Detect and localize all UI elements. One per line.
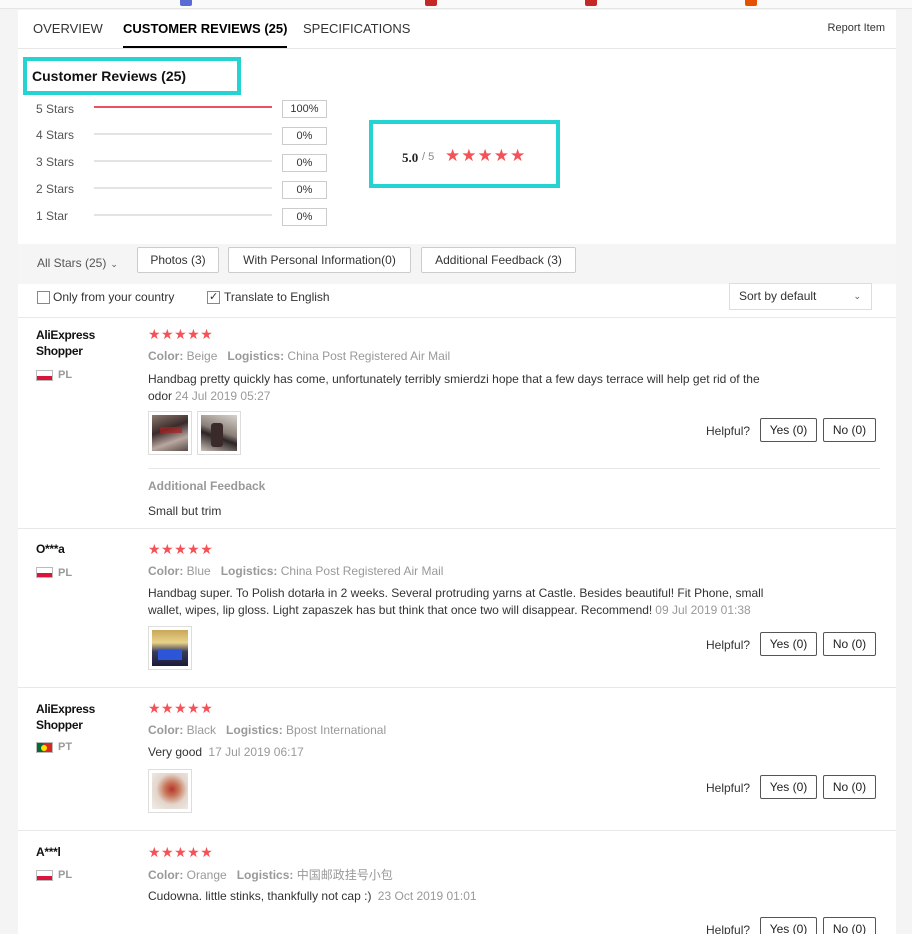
filter-additional-feedback-button[interactable]: Additional Feedback (3) <box>421 247 576 273</box>
reviewer-name: O***a <box>36 542 65 556</box>
review-meta: Color: Blue Logistics: China Post Regist… <box>148 564 444 578</box>
distribution-bar-fill <box>94 106 272 108</box>
all-stars-dropdown[interactable]: All Stars (25) ⌄ <box>37 256 118 270</box>
only-country-label: Only from your country <box>53 290 175 304</box>
bookmark-favicon[interactable] <box>180 0 192 6</box>
distribution-bar <box>94 214 272 216</box>
helpful-no-button[interactable]: No (0) <box>823 632 876 656</box>
review-stars: ★★★★★ <box>148 844 214 860</box>
all-stars-label: All Stars (25) <box>37 256 107 270</box>
chevron-down-icon: ⌄ <box>853 291 861 301</box>
translate-label: Translate to English <box>224 290 330 304</box>
distribution-percent: 100% <box>282 100 327 118</box>
review-photo-thumbnail[interactable] <box>197 411 241 455</box>
poland-flag-icon <box>36 870 53 881</box>
distribution-bar <box>94 187 272 189</box>
tab-specifications[interactable]: SPECIFICATIONS <box>303 21 410 36</box>
divider <box>18 528 896 529</box>
helpful-no-button[interactable]: No (0) <box>823 418 876 442</box>
reviewer-country: PL <box>58 369 73 381</box>
helpful-yes-button[interactable]: Yes (0) <box>760 917 817 934</box>
tab-overview[interactable]: OVERVIEW <box>33 21 103 36</box>
distribution-label: 2 Stars <box>36 182 75 196</box>
sort-select-value: Sort by default <box>739 289 817 303</box>
review-date: 24 Jul 2019 05:27 <box>175 389 271 403</box>
distribution-percent: 0% <box>282 208 327 226</box>
poland-flag-icon <box>36 567 53 578</box>
review-stars: ★★★★★ <box>148 700 214 716</box>
review-meta: Color: Orange Logistics: 中国邮政挂号小包 <box>148 868 393 882</box>
divider <box>18 317 896 318</box>
review-date: 09 Jul 2019 01:38 <box>655 603 751 617</box>
distribution-percent: 0% <box>282 181 327 199</box>
distribution-bar <box>94 133 272 135</box>
reviewer-name: AliExpress Shopper <box>36 702 96 732</box>
reviewer-country: PL <box>58 567 73 579</box>
review-text: Very good 17 Jul 2019 06:17 <box>148 745 304 759</box>
helpful-no-button[interactable]: No (0) <box>823 775 876 799</box>
review-meta: Color: Black Logistics: Bpost Internatio… <box>148 723 387 737</box>
distribution-label: 3 Stars <box>36 155 75 169</box>
review-date: 23 Oct 2019 01:01 <box>377 889 477 903</box>
distribution-percent: 0% <box>282 127 327 145</box>
helpful-label: Helpful? <box>706 923 751 934</box>
distribution-bar <box>94 160 272 162</box>
review-text: Handbag super. To Polish dotarła in 2 we… <box>148 586 764 617</box>
helpful-yes-button[interactable]: Yes (0) <box>760 775 817 799</box>
review-photo-thumbnail[interactable] <box>148 626 192 670</box>
review-text: Handbag pretty quickly has come, unfortu… <box>148 372 760 403</box>
report-item-link[interactable]: Report Item <box>828 22 885 34</box>
additional-feedback-text: Small but trim <box>148 504 222 518</box>
poland-flag-icon <box>36 370 53 381</box>
tab-customer-reviews[interactable]: CUSTOMER REVIEWS (25) <box>123 21 288 48</box>
reviewer-name: AliExpress Shopper <box>36 328 96 358</box>
filter-photos-button[interactable]: Photos (3) <box>137 247 219 273</box>
bookmark-favicon[interactable] <box>425 0 437 6</box>
distribution-label: 1 Star <box>36 209 69 223</box>
helpful-label: Helpful? <box>706 781 751 795</box>
portugal-flag-icon <box>36 742 53 753</box>
helpful-label: Helpful? <box>706 638 751 652</box>
review-photo-thumbnail[interactable] <box>148 769 192 813</box>
divider <box>18 687 896 688</box>
bookmark-favicon[interactable] <box>585 0 597 6</box>
distribution-bar <box>94 106 272 108</box>
divider <box>148 468 880 469</box>
product-tabs: OVERVIEW CUSTOMER REVIEWS (25) SPECIFICA… <box>18 10 896 49</box>
helpful-yes-button[interactable]: Yes (0) <box>760 632 817 656</box>
review-meta: Color: Beige Logistics: China Post Regis… <box>148 349 451 363</box>
product-detail-panel: OVERVIEW CUSTOMER REVIEWS (25) SPECIFICA… <box>18 10 896 934</box>
reviews-heading: Customer Reviews (25) <box>32 68 187 84</box>
distribution-label: 5 Stars <box>36 102 75 116</box>
review-text: Cudowna. little stinks, thankfully not c… <box>148 889 477 903</box>
additional-feedback-label: Additional Feedback <box>148 479 266 493</box>
bookmark-favicon[interactable] <box>745 0 757 6</box>
review-stars: ★★★★★ <box>148 541 214 557</box>
reviewer-name: A***l <box>36 845 61 859</box>
review-date: 17 Jul 2019 06:17 <box>208 745 304 759</box>
average-score: 5.0 <box>402 150 419 165</box>
reviewer-country: PT <box>58 741 73 753</box>
reviewer-country: PL <box>58 869 73 881</box>
sort-select[interactable]: Sort by default ⌄ <box>729 283 872 310</box>
distribution-label: 4 Stars <box>36 128 75 142</box>
chevron-down-icon: ⌄ <box>110 259 118 269</box>
review-photo-thumbnail[interactable] <box>148 411 192 455</box>
helpful-yes-button[interactable]: Yes (0) <box>760 418 817 442</box>
helpful-no-button[interactable]: No (0) <box>823 917 876 934</box>
distribution-percent: 0% <box>282 154 327 172</box>
translate-checkbox[interactable] <box>207 290 220 304</box>
helpful-label: Helpful? <box>706 424 751 438</box>
average-stars: ★★★★★ <box>445 146 527 165</box>
filter-personal-info-button[interactable]: With Personal Information(0) <box>228 247 411 273</box>
average-max: / 5 <box>422 151 435 163</box>
review-stars: ★★★★★ <box>148 326 214 342</box>
only-country-checkbox[interactable] <box>37 291 50 304</box>
bookmarks-strip <box>0 0 912 9</box>
divider <box>18 830 896 831</box>
